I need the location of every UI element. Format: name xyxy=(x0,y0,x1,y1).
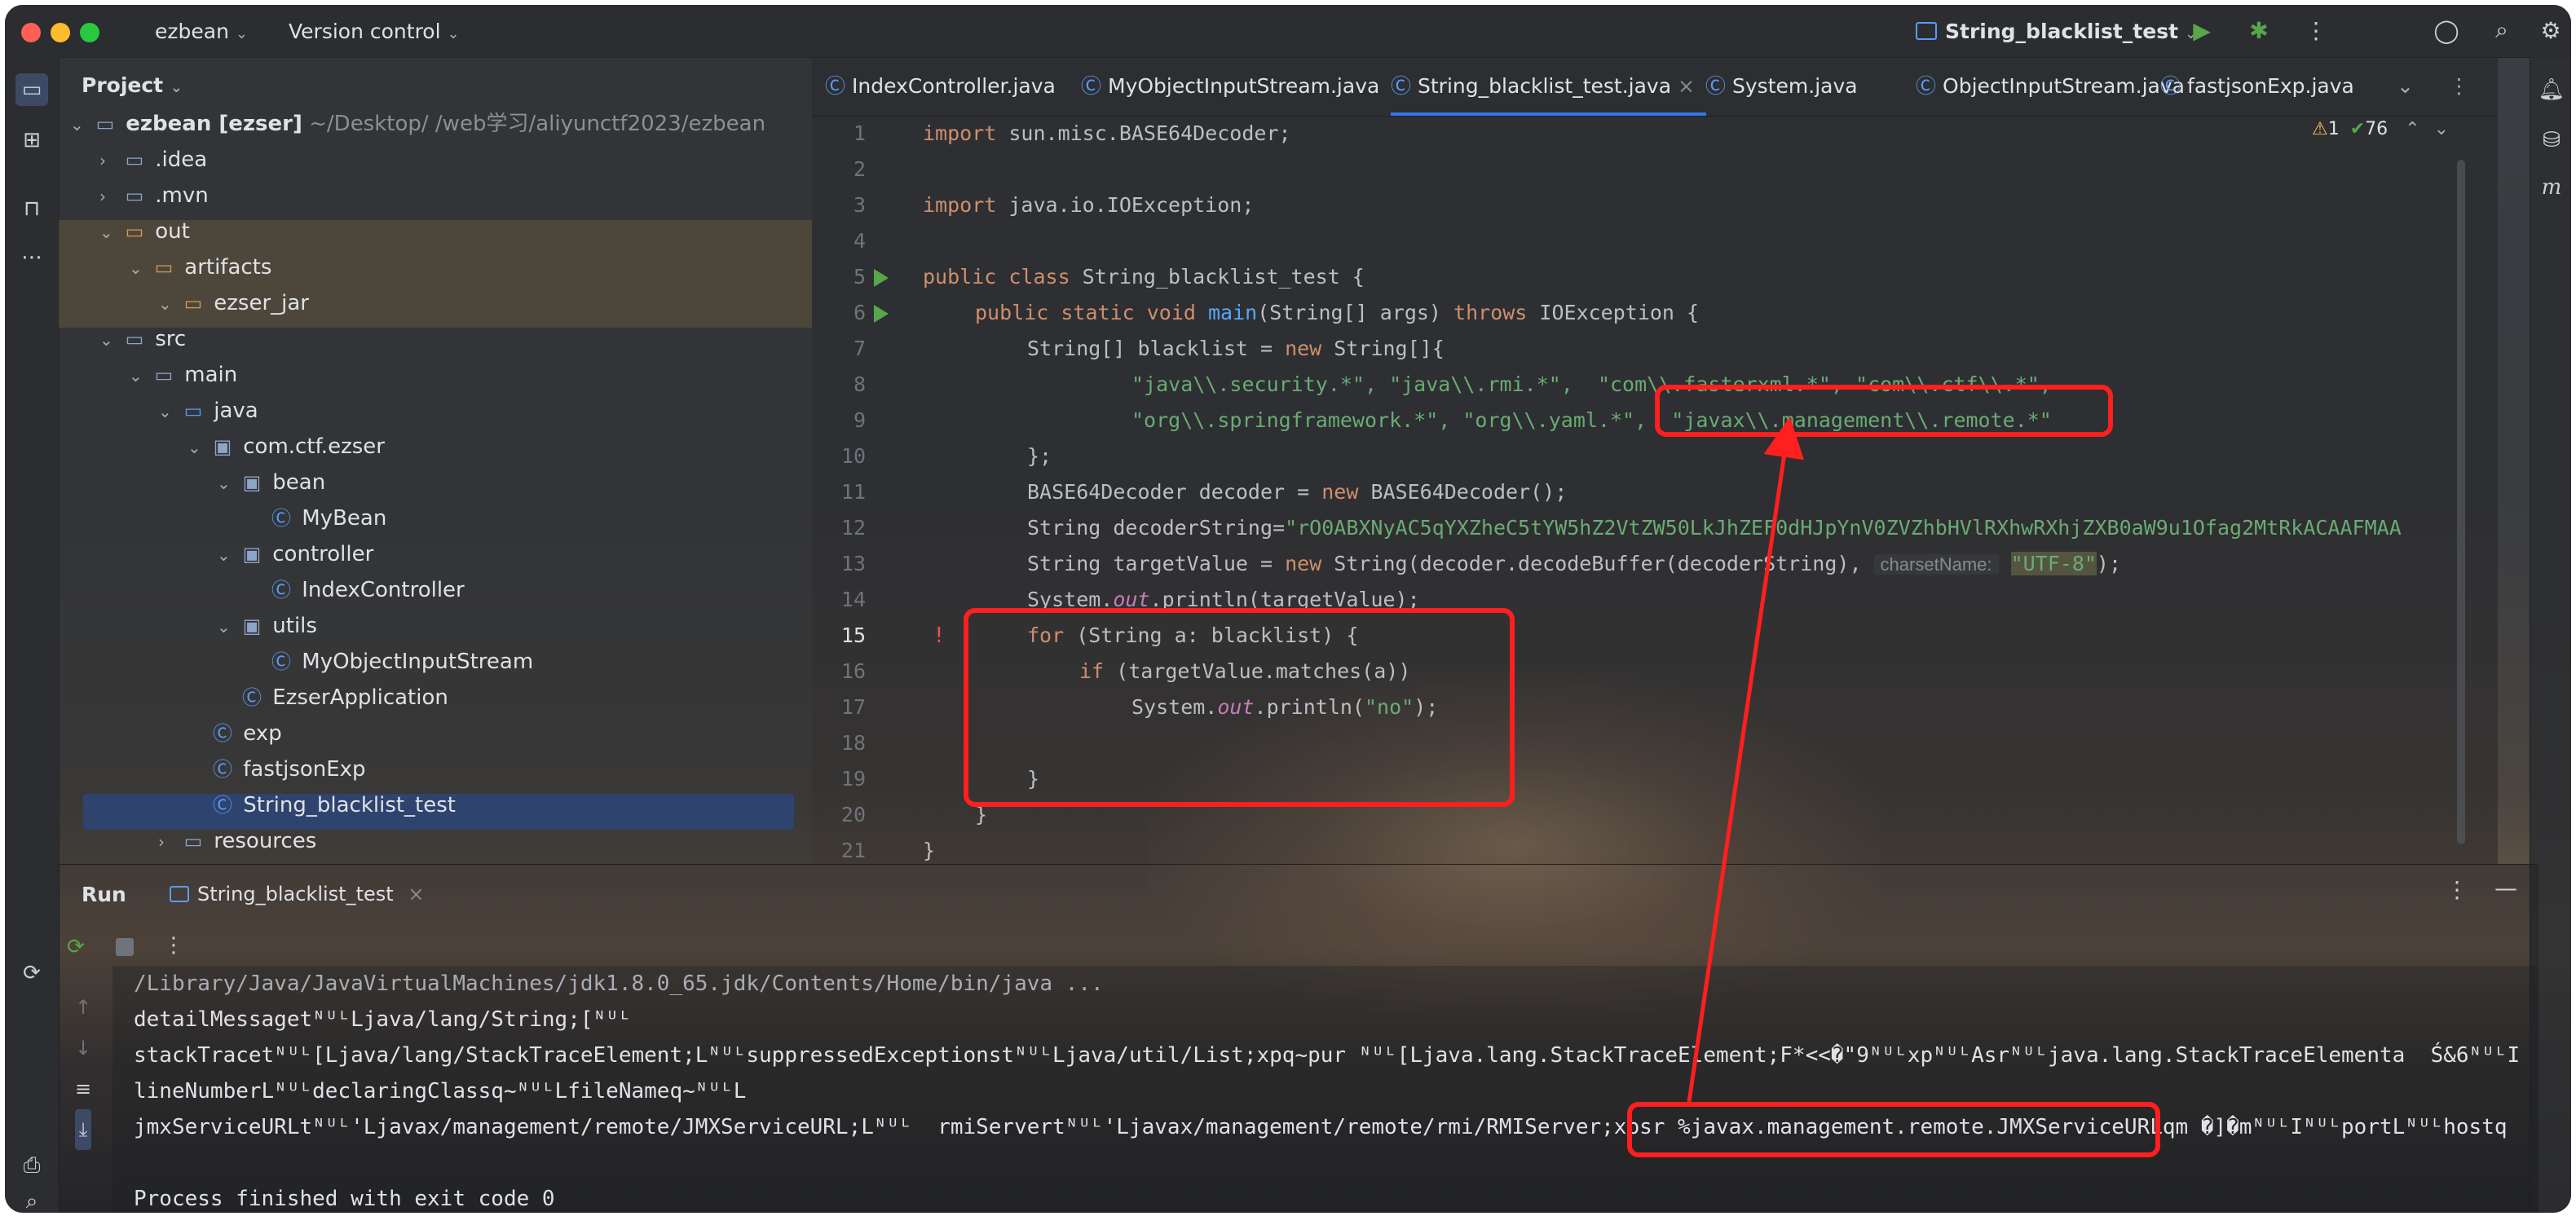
annotation-arrow xyxy=(1687,416,1805,1103)
ide-window: ezbean ⌄ Version control ⌄ String_blackl… xyxy=(5,5,2571,1213)
